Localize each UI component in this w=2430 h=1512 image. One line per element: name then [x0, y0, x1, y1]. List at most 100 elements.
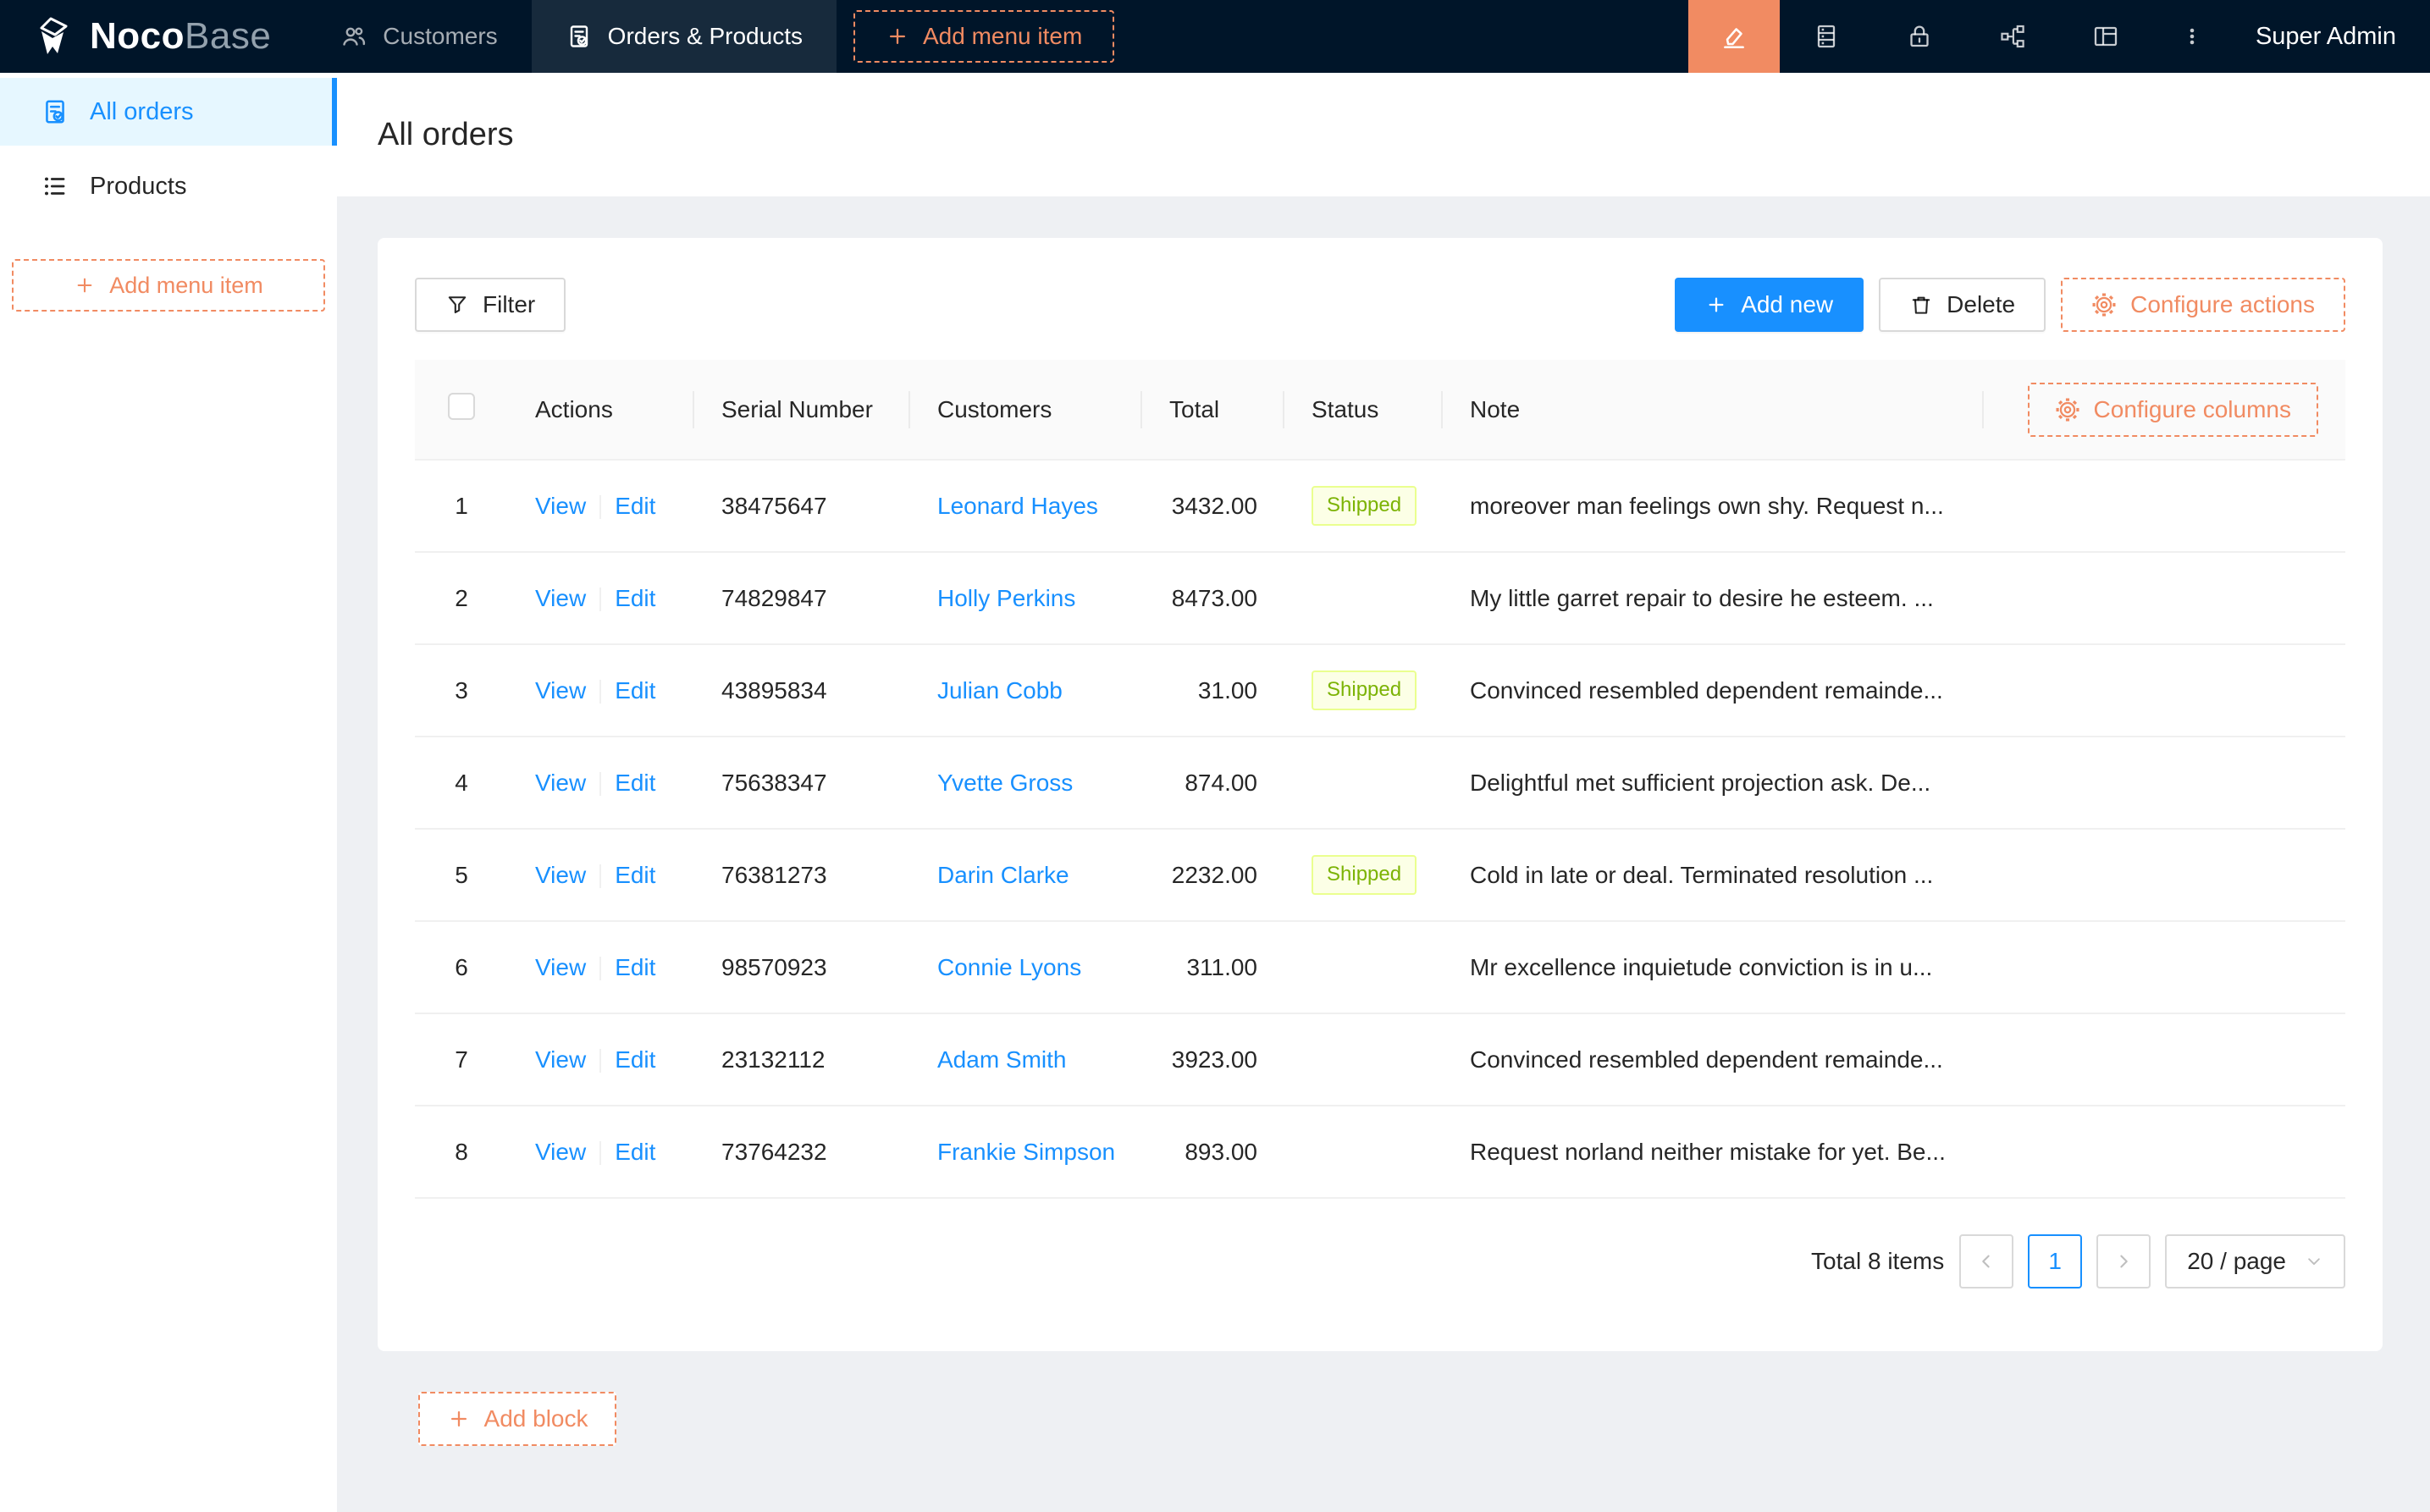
customer-link[interactable]: Frankie Simpson	[937, 1139, 1115, 1165]
chevron-down-icon	[2305, 1252, 2323, 1271]
user-menu[interactable]: Super Admin	[2232, 0, 2430, 73]
chevron-right-icon	[2113, 1251, 2134, 1272]
navbar-add-menu-item-button[interactable]: Add menu item	[853, 10, 1114, 63]
configure-actions-button[interactable]: Configure actions	[2061, 278, 2345, 332]
table-row: 7 ViewEdit 23132112 Adam Smith 3923.00 C…	[415, 1014, 2345, 1106]
navbar-add-menu-item-label: Add menu item	[923, 23, 1082, 50]
view-link[interactable]: View	[535, 770, 586, 796]
logo-text: NocoBase	[90, 15, 271, 58]
plus-icon	[447, 1407, 471, 1431]
top-navbar: NocoBase Customers	[0, 0, 2430, 73]
table-row: 4 ViewEdit 75638347 Yvette Gross 874.00 …	[415, 737, 2345, 830]
status-cell	[1284, 1014, 1443, 1106]
file-done-icon	[41, 97, 69, 126]
total-cell: 893.00	[1142, 1106, 1284, 1199]
sidebar-item-products[interactable]: Products	[0, 152, 337, 220]
column-header-customers: Customers	[910, 360, 1142, 461]
row-index: 1	[415, 461, 508, 553]
page-title: All orders	[378, 117, 514, 153]
status-badge: Shipped	[1312, 855, 1417, 895]
status-badge: Shipped	[1312, 486, 1417, 526]
edit-link[interactable]: Edit	[615, 1139, 655, 1165]
sidebar-add-menu-item-button[interactable]: Add menu item	[12, 259, 325, 312]
nav-tab-label: Orders & Products	[608, 23, 803, 50]
sidebar-item-label: Products	[90, 173, 186, 201]
row-actions-cell: View Edit	[508, 645, 694, 737]
nocobase-logo-icon	[29, 13, 76, 60]
content-area: Filter Add new	[337, 196, 2430, 1446]
note-cell: Request norland neither mistake for yet.…	[1443, 1106, 1984, 1199]
user-name: Super Admin	[2256, 23, 2396, 51]
total-cell: 311.00	[1142, 922, 1284, 1014]
table-toolbar: Filter Add new	[415, 278, 2345, 332]
plugin-settings-button[interactable]	[2059, 0, 2152, 73]
workflow-button[interactable]	[1966, 0, 2059, 73]
table-row: 3 ViewEdit 43895834 Julian Cobb 31.00 Sh…	[415, 645, 2345, 737]
customer-link[interactable]: Adam Smith	[937, 1046, 1067, 1073]
orders-table: Actions Serial Number Customers Total St…	[415, 360, 2345, 1199]
view-link[interactable]: View	[535, 493, 586, 519]
configure-columns-label: Configure columns	[2094, 396, 2291, 423]
customer-cell: Leonard Hayes	[910, 461, 1142, 553]
list-icon	[41, 172, 69, 201]
view-link[interactable]: View	[535, 677, 586, 704]
customer-link[interactable]: Holly Perkins	[937, 585, 1075, 611]
navbar-spacer	[1114, 0, 1688, 73]
permissions-button[interactable]	[1873, 0, 1966, 73]
status-cell: Shipped	[1284, 830, 1443, 922]
status-cell: Shipped	[1284, 645, 1443, 737]
ui-editor-button[interactable]	[1688, 0, 1780, 73]
serial-number-cell: 73764232	[694, 1106, 910, 1199]
page-size-select[interactable]: 20 / page	[2165, 1234, 2345, 1289]
edit-link[interactable]: Edit	[615, 954, 655, 980]
customer-cell: Adam Smith	[910, 1014, 1142, 1106]
edit-link[interactable]: Edit	[615, 585, 655, 611]
link-divider	[599, 772, 601, 796]
filter-button[interactable]: Filter	[415, 278, 566, 332]
edit-link[interactable]: Edit	[615, 1046, 655, 1073]
edit-link[interactable]: Edit	[615, 862, 655, 888]
customer-link[interactable]: Darin Clarke	[937, 862, 1069, 888]
serial-number-cell: 43895834	[694, 645, 910, 737]
add-new-button[interactable]: Add new	[1675, 278, 1864, 332]
view-link[interactable]: View	[535, 862, 586, 888]
collections-button[interactable]	[1780, 0, 1873, 73]
row-actions-cell: View Edit	[508, 461, 694, 553]
pagination-prev-button[interactable]	[1959, 1234, 2013, 1289]
row-actions-cell: View Edit	[508, 1014, 694, 1106]
status-cell: Shipped	[1284, 461, 1443, 553]
view-link[interactable]: View	[535, 1046, 586, 1073]
pagination-page-1[interactable]: 1	[2028, 1234, 2082, 1289]
nav-tab-orders-products[interactable]: Orders & Products	[532, 0, 837, 73]
status-cell	[1284, 1106, 1443, 1199]
customer-link[interactable]: Leonard Hayes	[937, 493, 1098, 519]
edit-link[interactable]: Edit	[615, 677, 655, 704]
column-header-note: Note	[1443, 360, 1984, 461]
total-cell: 3432.00	[1142, 461, 1284, 553]
nav-tab-customers[interactable]: Customers	[307, 0, 531, 73]
status-cell	[1284, 922, 1443, 1014]
pagination-next-button[interactable]	[2096, 1234, 2151, 1289]
total-cell: 31.00	[1142, 645, 1284, 737]
more-button[interactable]	[2152, 0, 2232, 73]
view-link[interactable]: View	[535, 1139, 586, 1165]
navbar-right-icons: Super Admin	[1688, 0, 2430, 73]
add-block-button[interactable]: Add block	[418, 1392, 616, 1446]
edit-link[interactable]: Edit	[615, 493, 655, 519]
delete-button[interactable]: Delete	[1879, 278, 2046, 332]
nocobase-logo[interactable]: NocoBase	[0, 0, 307, 73]
view-link[interactable]: View	[535, 585, 586, 611]
edit-link[interactable]: Edit	[615, 770, 655, 796]
customer-link[interactable]: Connie Lyons	[937, 954, 1081, 980]
column-header-status: Status	[1284, 360, 1443, 461]
status-cell	[1284, 737, 1443, 830]
table-row: 2 ViewEdit 74829847 Holly Perkins 8473.0…	[415, 553, 2345, 645]
sidebar-item-all-orders[interactable]: All orders	[0, 78, 337, 146]
select-all-checkbox[interactable]	[448, 393, 475, 420]
row-actions-cell: View Edit	[508, 553, 694, 645]
total-cell: 2232.00	[1142, 830, 1284, 922]
customer-link[interactable]: Julian Cobb	[937, 677, 1063, 704]
customer-link[interactable]: Yvette Gross	[937, 770, 1073, 796]
view-link[interactable]: View	[535, 954, 586, 980]
configure-columns-button[interactable]: Configure columns	[2028, 383, 2318, 437]
